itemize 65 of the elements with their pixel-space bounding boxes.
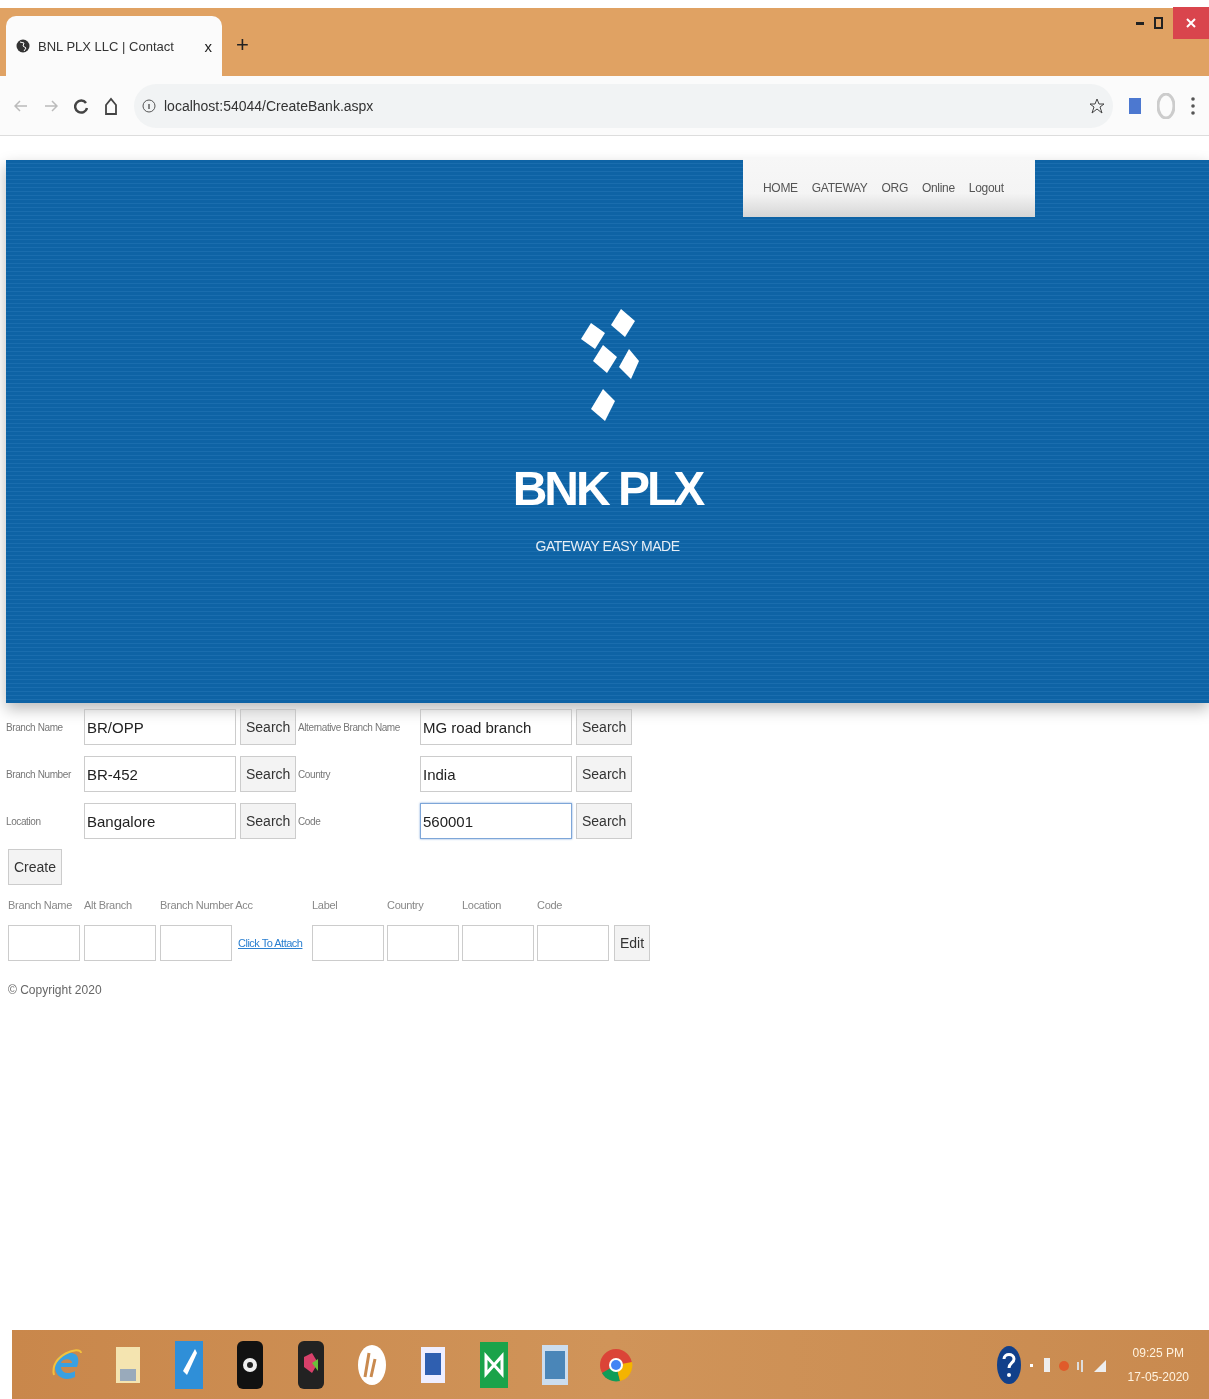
search-button[interactable]: Search (240, 803, 297, 839)
home-icon[interactable] (104, 96, 118, 115)
tab-close[interactable]: x (204, 37, 212, 55)
nav-link[interactable]: GATEWAY (811, 180, 868, 195)
minimize-icon[interactable] (1136, 21, 1144, 25)
new-tab-button[interactable]: + (236, 32, 249, 58)
star-icon[interactable] (1089, 97, 1105, 114)
restore-icon[interactable] (1154, 17, 1163, 29)
column-header: Alt Branch (84, 899, 133, 911)
field-label: Branch Number (6, 768, 72, 780)
input-field[interactable] (84, 925, 156, 961)
column-header: Code (537, 899, 564, 911)
input-field[interactable] (462, 925, 534, 961)
nav-link[interactable]: Logout (968, 180, 1004, 195)
input-field[interactable] (312, 925, 384, 961)
input-field[interactable] (537, 925, 609, 961)
address-bar[interactable]: localhost:54044/CreateBank.aspx (134, 83, 1113, 128)
nav-link[interactable]: Online (921, 180, 955, 195)
nav-link[interactable]: HOME (763, 180, 798, 195)
menu-icon[interactable] (1191, 96, 1195, 115)
field-label: Branch Name (6, 721, 64, 733)
info-icon (142, 98, 156, 113)
column-header: Country (387, 899, 425, 911)
tab-title: BNL PLX LLC | Contact (38, 38, 175, 54)
search-button[interactable]: Search (576, 803, 633, 839)
forward-icon[interactable] (44, 99, 58, 112)
attach-link[interactable]: Click To Attach (238, 937, 312, 949)
column-header: Branch Number Acc (160, 899, 254, 911)
tagline: GATEWAY EASY MADE (535, 538, 680, 554)
input-field[interactable]: India (420, 756, 572, 792)
search-button[interactable]: Search (240, 709, 297, 745)
extension-icon[interactable] (1129, 97, 1141, 114)
browser-tab[interactable]: BNL PLX LLC | Contact x (6, 16, 222, 76)
copyright-text: © Copyright 2020 (7, 983, 103, 997)
input-field[interactable] (160, 925, 232, 961)
input-field[interactable] (8, 925, 80, 961)
clock-date: 17-05-2020 (1127, 1369, 1189, 1384)
field-label: Code (298, 815, 322, 827)
search-button[interactable]: Search (576, 756, 633, 792)
input-field[interactable] (387, 925, 459, 961)
input-field[interactable]: 560001 (420, 803, 572, 839)
field-label: Location (6, 815, 42, 827)
search-button[interactable]: Search (240, 756, 297, 792)
column-header: Branch Name (8, 899, 73, 911)
close-button[interactable] (1173, 7, 1209, 39)
input-field[interactable]: BR/OPP (84, 709, 236, 745)
input-field[interactable]: MG road branch (420, 709, 572, 745)
brand-name: BNK PLX (512, 461, 703, 516)
create-button[interactable]: Create (8, 849, 63, 885)
search-button[interactable]: Search (576, 709, 633, 745)
input-field[interactable]: Bangalore (84, 803, 236, 839)
back-icon[interactable] (14, 99, 28, 112)
url-text: localhost:54044/CreateBank.aspx (164, 97, 374, 114)
close-icon (1186, 18, 1196, 28)
globe-icon (16, 39, 30, 53)
field-label: Country (298, 768, 332, 780)
edit-button[interactable]: Edit (614, 925, 651, 961)
reload-icon[interactable] (74, 97, 88, 114)
field-label: Alternative Branch Name (298, 721, 401, 733)
column-header: Label (312, 899, 339, 911)
nav-link[interactable]: ORG (881, 180, 908, 195)
input-field[interactable]: BR-452 (84, 756, 236, 792)
help-icon[interactable] (995, 1344, 1022, 1385)
clock-time: 09:25 PM (1132, 1345, 1184, 1360)
column-header: Location (462, 899, 503, 911)
